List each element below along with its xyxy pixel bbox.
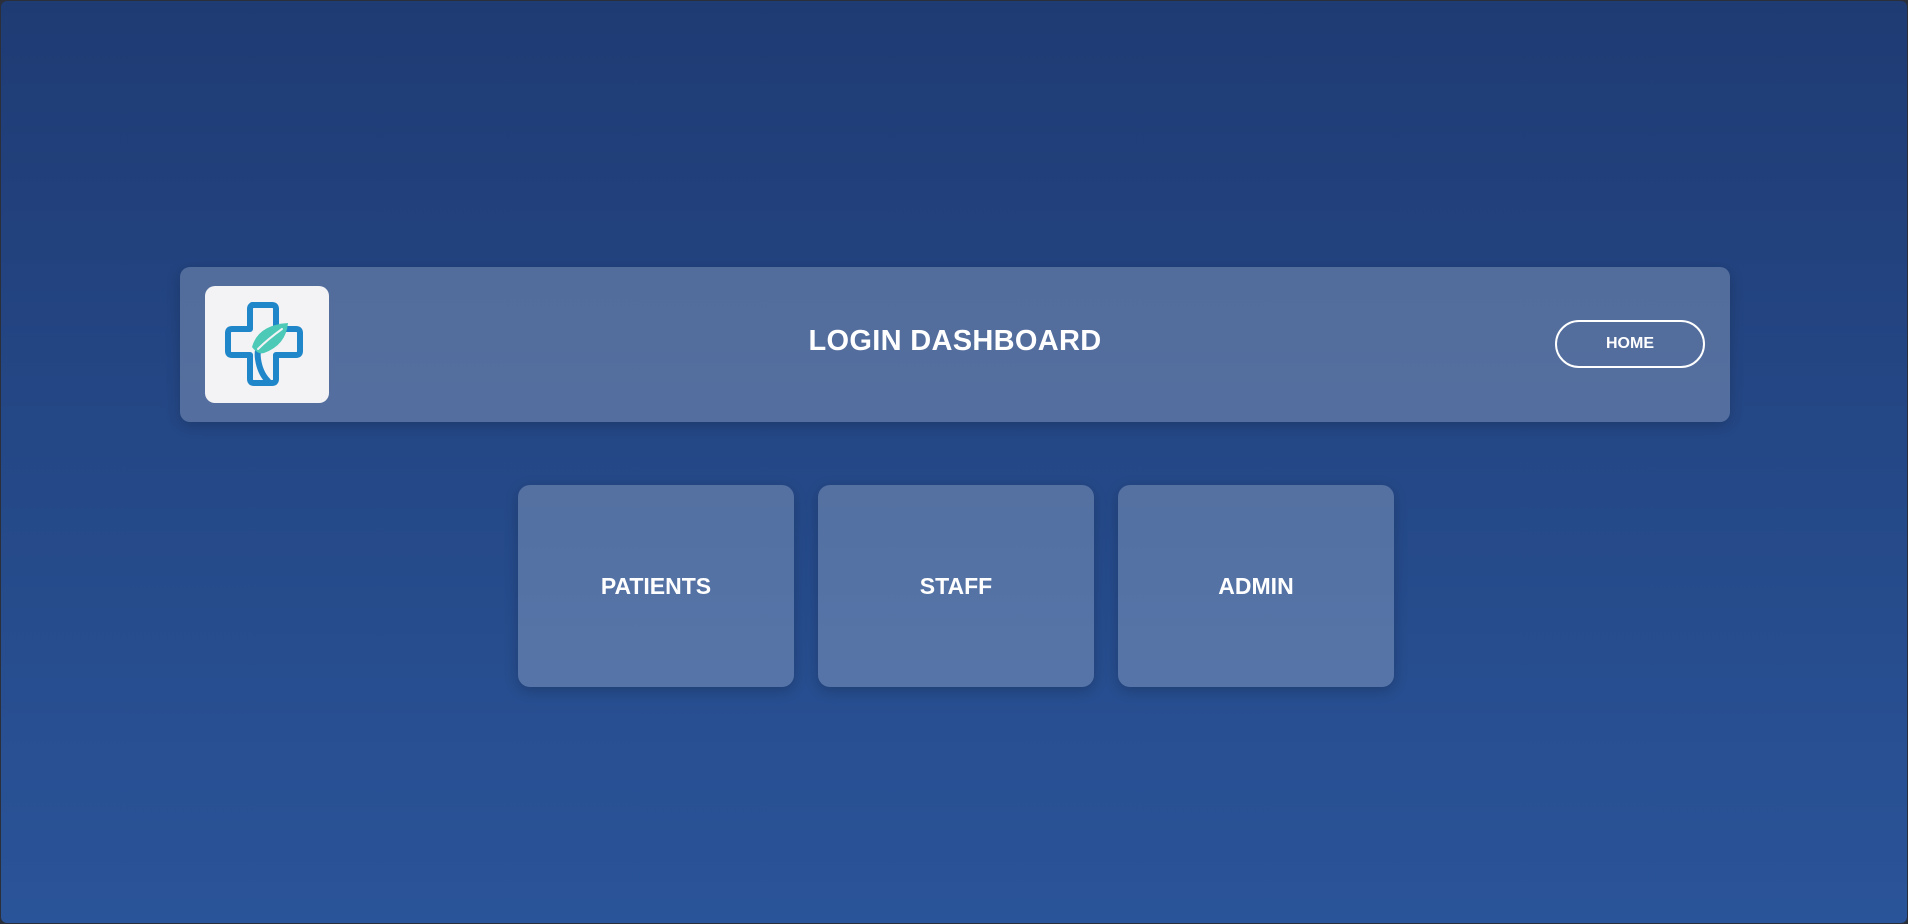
home-button[interactable]: HOME bbox=[1555, 320, 1705, 368]
header-bar: LOGIN DASHBOARD HOME bbox=[180, 267, 1730, 422]
admin-card[interactable]: ADMIN bbox=[1118, 485, 1394, 687]
dashboard-screen: LOGIN DASHBOARD HOME PATIENTS STAFF ADMI… bbox=[1, 1, 1907, 923]
patients-card[interactable]: PATIENTS bbox=[518, 485, 794, 687]
staff-card[interactable]: STAFF bbox=[818, 485, 1094, 687]
page-title: LOGIN DASHBOARD bbox=[808, 325, 1102, 357]
